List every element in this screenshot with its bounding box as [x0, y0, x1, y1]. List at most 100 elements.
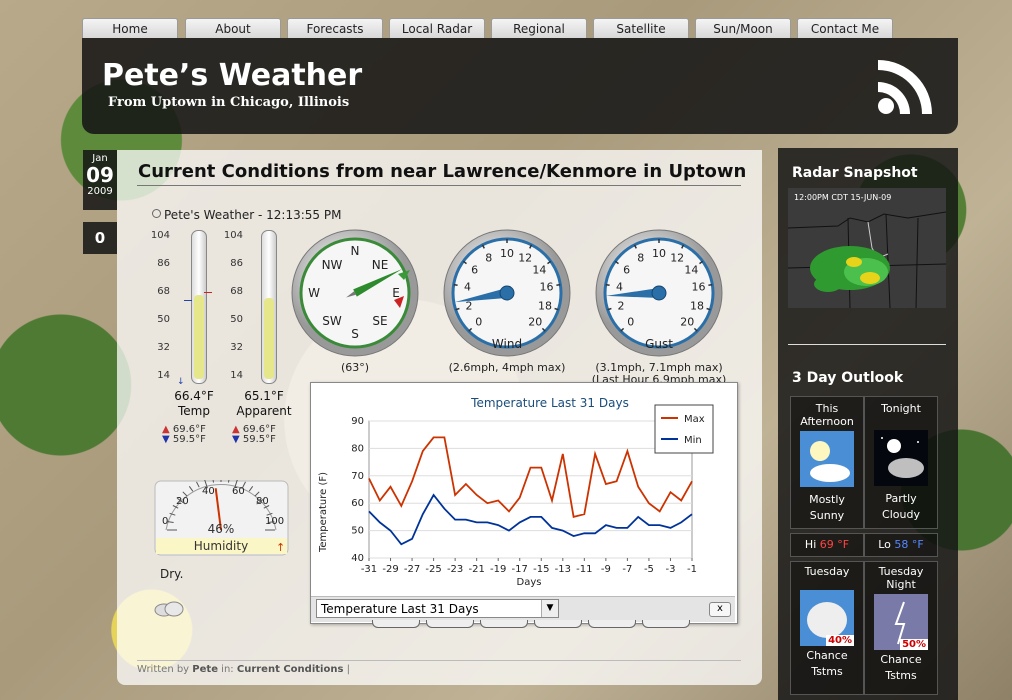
compass-ne: NE [372, 258, 389, 272]
humidity-gauge: 0 20 40 60 80 100 46% Humidity ↑ [154, 480, 289, 556]
humidity-tick: 80 [256, 496, 269, 507]
gauge-tick [453, 283, 458, 286]
x-tick-label: -21 [468, 564, 484, 575]
gauge-tick-label: 6 [471, 264, 478, 277]
chart-tab[interactable] [534, 620, 582, 628]
date-year: 2009 [87, 186, 113, 197]
gauge-tick [605, 283, 610, 286]
nav-sun-moon[interactable]: Sun/Moon [695, 18, 791, 38]
x-tick-label: -5 [644, 564, 654, 575]
period-name: Tuesday [804, 565, 850, 578]
plot-area [368, 420, 693, 559]
chart-tab[interactable] [426, 620, 474, 628]
site-subtitle: From Uptown in Chicago, Illinois [108, 95, 350, 110]
close-button[interactable]: x [709, 602, 731, 617]
gauge-tick-label: 20 [680, 315, 694, 328]
x-tick-label: -23 [447, 564, 463, 575]
x-tick-label: -29 [382, 564, 398, 575]
meta-mid: in: [221, 664, 234, 675]
gauge-tick-label: 16 [540, 281, 554, 294]
comment-count[interactable]: 0 [83, 222, 117, 254]
apparent-min-value: 59.5°F [242, 434, 276, 445]
chart-tab[interactable] [642, 620, 690, 628]
period-desc-2: Cloudy [882, 508, 920, 521]
outlook-heading: 3 Day Outlook [792, 370, 904, 386]
title-divider [137, 185, 741, 186]
period-name: Tuesday [878, 565, 924, 578]
gauge-tick-label: 2 [466, 299, 473, 312]
nav-home[interactable]: Home [82, 18, 178, 38]
y-tick-label: 70 [351, 471, 364, 482]
temp-tick: 50 [157, 314, 170, 325]
nav-forecasts[interactable]: Forecasts [287, 18, 383, 38]
y-tick-label: 40 [351, 553, 364, 564]
precip-chance: 50% [900, 639, 928, 650]
compass-se: SE [372, 314, 387, 328]
nav-regional[interactable]: Regional [491, 18, 587, 38]
humidity-trend-icon: ↑ [276, 541, 285, 554]
nav-local-radar[interactable]: Local Radar [389, 18, 485, 38]
compass-s: S [351, 327, 359, 341]
gauge-tick [556, 283, 561, 286]
gauge-tick-label: 18 [538, 299, 552, 312]
nav-contact-me[interactable]: Contact Me [797, 18, 893, 38]
radar-timestamp: 12:00PM CDT 15-JUN-09 [794, 193, 891, 202]
chevron-down-icon[interactable]: ▼ [541, 600, 558, 617]
gauge-tick-label: 10 [500, 247, 514, 260]
chart-tab[interactable] [480, 620, 528, 628]
gauge-tick-label: 2 [618, 299, 625, 312]
nav-about[interactable]: About [185, 18, 281, 38]
rss-icon[interactable] [876, 56, 936, 116]
x-tick-label: -25 [425, 564, 441, 575]
compass-sw: SW [322, 314, 342, 328]
wind-gauge-label: Wind [492, 337, 522, 351]
site-title[interactable]: Pete’s Weather [102, 58, 362, 93]
condition-text: Dry. [160, 567, 184, 581]
period-desc-2: Tstms [811, 665, 843, 678]
chart-tab[interactable] [588, 620, 636, 628]
humidity-tick: 40 [202, 486, 215, 497]
chart-select[interactable]: Temperature Last 31 Days ▼ [316, 599, 559, 618]
forecast-tuesday: Tuesday 40% Chance Tstms [790, 561, 864, 695]
compass-n: N [351, 244, 360, 258]
post-title[interactable]: Current Conditions from near Lawrence/Ke… [138, 161, 746, 182]
status-dot-icon [152, 209, 161, 218]
station-timestamp: Pete's Weather - 12:13:55 PM [152, 208, 341, 222]
nav-satellite[interactable]: Satellite [593, 18, 689, 38]
sun-cloud-icon [800, 431, 854, 487]
legend-min: Min [684, 435, 702, 446]
compass-nw: NW [322, 258, 343, 272]
radar-snapshot[interactable]: 12:00PM CDT 15-JUN-09 [788, 188, 946, 308]
category-link[interactable]: Current Conditions [237, 664, 344, 675]
chart-tab[interactable] [372, 620, 420, 628]
gauge-tick-label: 14 [684, 264, 698, 277]
period-name: This [815, 402, 839, 415]
storm-icon: 40% [800, 590, 854, 646]
humidity-value: 46% [208, 522, 235, 536]
author-link[interactable]: Pete [192, 664, 218, 675]
temp-min-value: 59.5°F [172, 434, 206, 445]
y-tick-label: 60 [351, 498, 364, 509]
moon-cloud-icon [874, 430, 928, 486]
chart-xlabel: Days [517, 577, 542, 588]
radar-heading: Radar Snapshot [792, 165, 918, 181]
humidity-tick: 0 [162, 516, 168, 527]
gauge-tick [708, 283, 713, 286]
gauge-tick-label: 10 [652, 247, 666, 260]
y-tick-label: 90 [351, 416, 364, 427]
date-day: 09 [86, 163, 114, 187]
forecast-tonight: Tonight Partly Cloudy [864, 396, 938, 529]
post-meta: Written by Pete in: Current Conditions | [137, 664, 350, 675]
humidity-label: Humidity [194, 539, 248, 553]
wind-speed-caption: (2.6mph, 4mph max) [448, 361, 566, 374]
lo-label: Lo [878, 538, 891, 551]
period-desc-2: Sunny [809, 509, 845, 522]
hi-value: 69 °F [819, 538, 850, 551]
legend-max: Max [684, 414, 705, 425]
gauge-tick-label: 0 [627, 315, 634, 328]
temp-tick: 14 [157, 370, 170, 381]
period-name: Tonight [881, 402, 921, 415]
x-tick-label: -13 [555, 564, 571, 575]
x-tick-label: -17 [512, 564, 528, 575]
temperature-chart: Temperature Last 31 Days Days Temperatur… [318, 396, 714, 588]
